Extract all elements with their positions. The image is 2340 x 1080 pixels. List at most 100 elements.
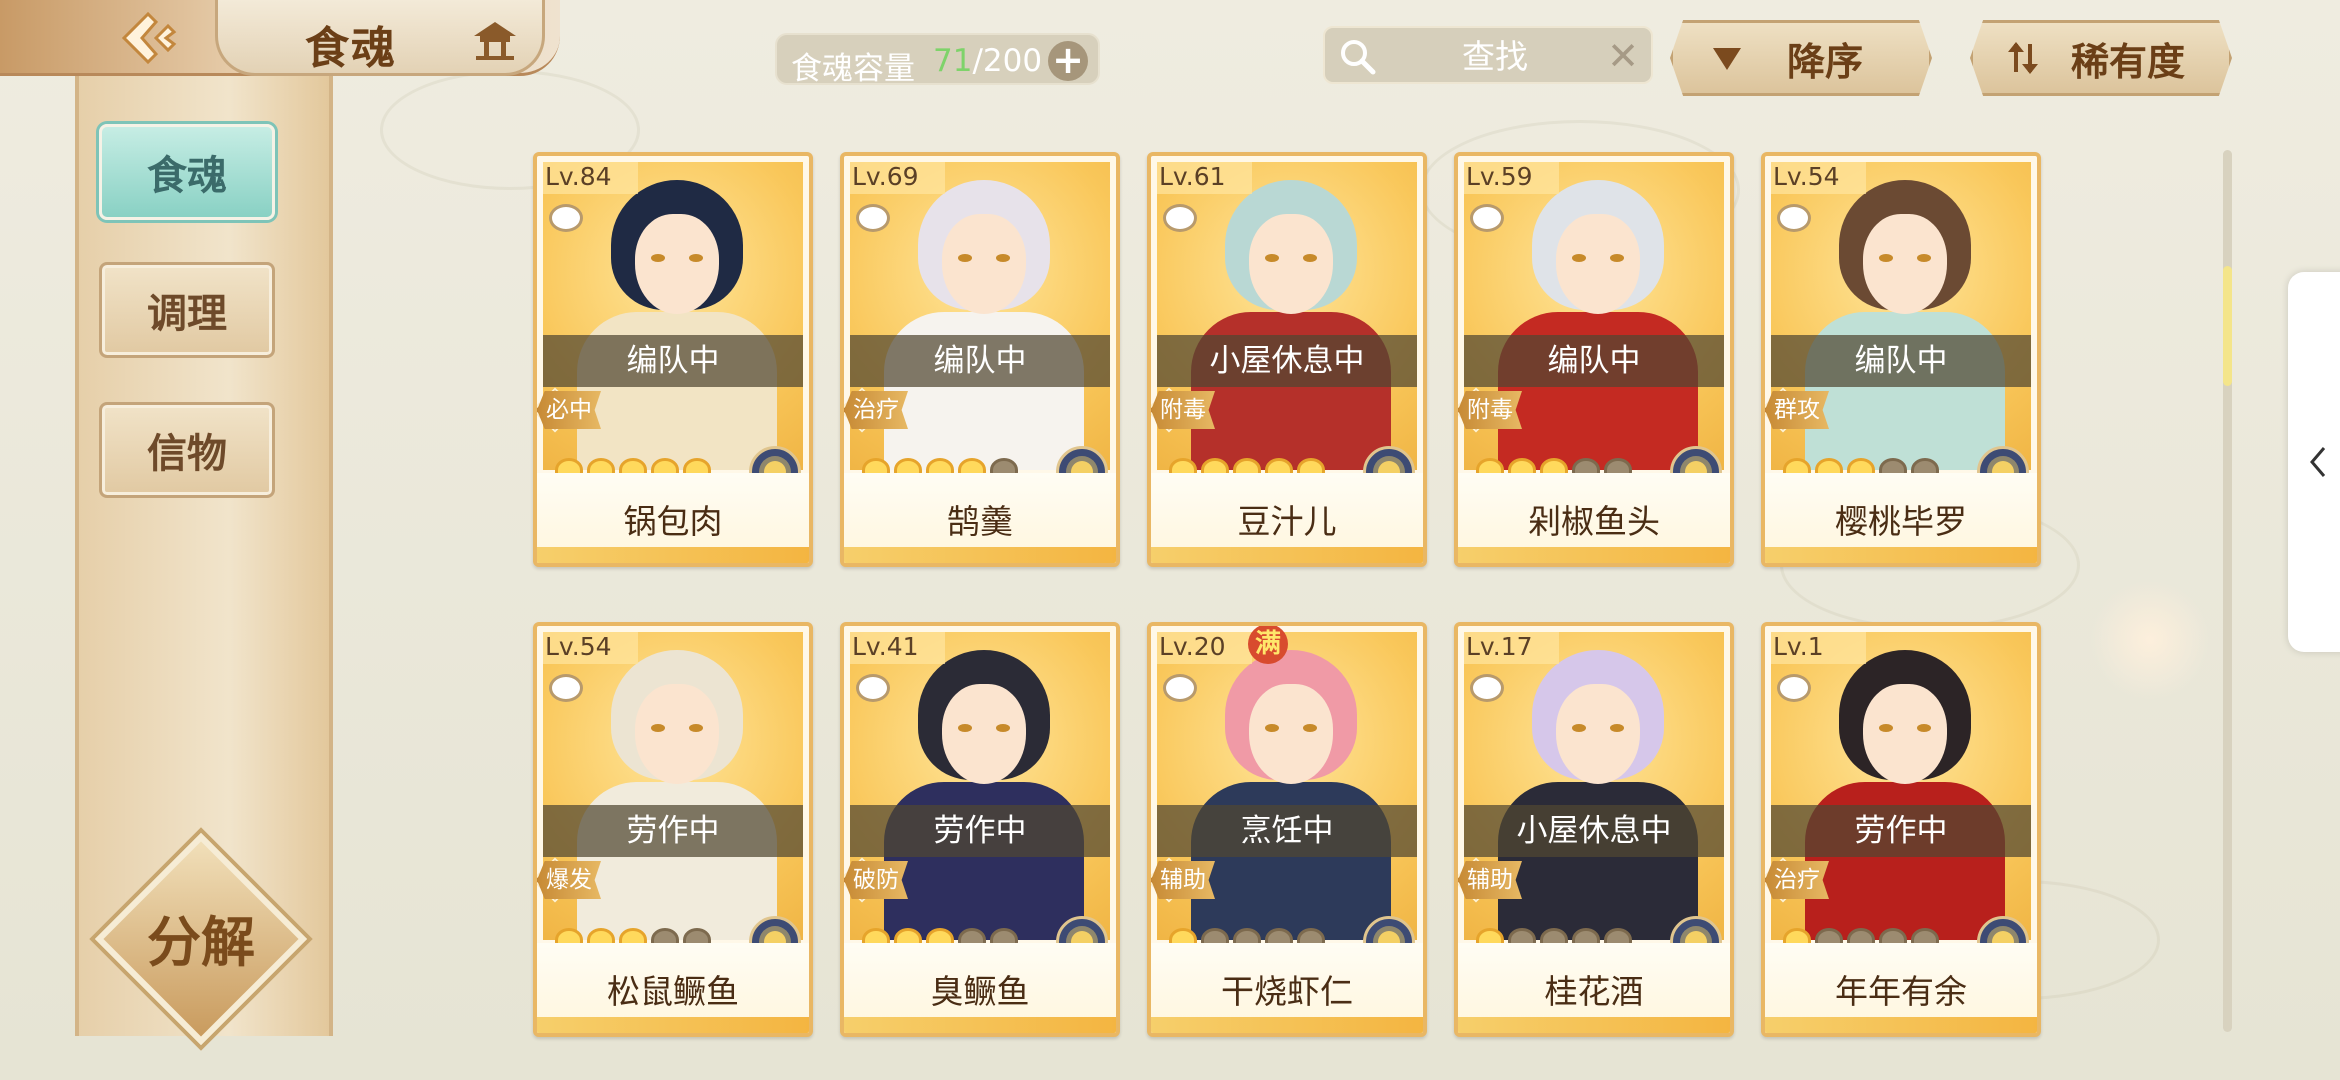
- role-label: 群攻: [1774, 397, 1820, 423]
- name-plate: 干烧虾仁: [1151, 943, 1423, 1033]
- search-box: ✕: [1323, 26, 1653, 84]
- lock-icon[interactable]: [1470, 674, 1504, 702]
- name-plate: 臭鳜鱼: [844, 943, 1116, 1033]
- character-eye: [689, 254, 703, 262]
- character-face: [942, 684, 1026, 784]
- side-panel-handle[interactable]: [2288, 272, 2340, 652]
- character-name: 干烧虾仁: [1221, 972, 1353, 1011]
- back-arrow-icon: [121, 11, 177, 65]
- character-name: 锅包肉: [623, 502, 723, 541]
- status-banner: 劳作中: [850, 805, 1110, 857]
- name-plate: 年年有余: [1765, 943, 2037, 1033]
- sort-rarity-button[interactable]: 稀有度: [1970, 20, 2232, 96]
- character-eye: [651, 254, 665, 262]
- character-card[interactable]: Lv.1 劳作中治疗年年有余: [1761, 622, 2041, 1037]
- role-badge: 附毒: [1458, 391, 1522, 429]
- character-eye: [1917, 254, 1931, 262]
- character-eye: [996, 254, 1010, 262]
- capacity-display: 食魂容量 71/200 +: [775, 33, 1100, 87]
- level-label: Lv.41: [852, 632, 919, 661]
- character-card[interactable]: Lv.69 编队中 治疗 鹄羹: [840, 152, 1120, 567]
- level-label: Lv.61: [1159, 162, 1226, 191]
- character-face: [635, 684, 719, 784]
- lock-icon[interactable]: [856, 204, 890, 232]
- role-badge: 破防: [844, 861, 908, 899]
- role-badge: 爆发: [537, 861, 601, 899]
- character-eye: [1303, 724, 1317, 732]
- character-card[interactable]: Lv.59 编队中 附毒 剁椒鱼头: [1454, 152, 1734, 567]
- tab-conditioning[interactable]: 调理: [99, 262, 275, 358]
- name-bar: [537, 1017, 809, 1033]
- character-card[interactable]: Lv.84 编队中 必中 锅包肉: [533, 152, 813, 567]
- name-plate: 桂花酒: [1458, 943, 1730, 1033]
- character-eye: [958, 724, 972, 732]
- name-bar: [1765, 547, 2037, 563]
- character-eye: [1879, 724, 1893, 732]
- lock-icon[interactable]: [549, 204, 583, 232]
- tab-tokens[interactable]: 信物: [99, 402, 275, 498]
- status-banner: 劳作中: [1771, 805, 2031, 857]
- lock-icon[interactable]: [1163, 204, 1197, 232]
- capacity-count: 71/200: [933, 43, 1042, 79]
- max-badge: 满: [1248, 626, 1288, 664]
- lock-icon[interactable]: [1777, 674, 1811, 702]
- role-label: 爆发: [546, 867, 592, 893]
- character-eye: [1610, 254, 1624, 262]
- role-label: 破防: [853, 867, 899, 893]
- character-eye: [1572, 724, 1586, 732]
- capacity-total: /200: [972, 43, 1043, 79]
- role-badge: 辅助: [1458, 861, 1522, 899]
- character-name: 臭鳜鱼: [930, 972, 1030, 1011]
- character-name: 鹄羹: [947, 502, 1013, 541]
- character-card[interactable]: Lv.54 编队中 群攻 樱桃毕罗: [1761, 152, 2041, 567]
- character-card[interactable]: Lv.54 劳作中 爆发 松鼠鳜鱼: [533, 622, 813, 1037]
- name-bar: [1151, 547, 1423, 563]
- name-plate: 松鼠鳜鱼: [537, 943, 809, 1033]
- role-label: 附毒: [1467, 397, 1513, 423]
- character-face: [1249, 684, 1333, 784]
- character-card[interactable]: Lv.17 小屋休息中 辅助 桂花酒: [1454, 622, 1734, 1037]
- role-label: 治疗: [1774, 867, 1820, 893]
- role-badge: 必中: [537, 391, 601, 429]
- tab-food-soul[interactable]: 食魂: [99, 124, 275, 220]
- character-eye: [996, 724, 1010, 732]
- role-badge: 辅助: [1151, 861, 1215, 899]
- pavilion-icon[interactable]: [470, 18, 520, 62]
- character-name: 松鼠鳜鱼: [607, 972, 739, 1011]
- character-card[interactable]: Lv.41 劳作中破防臭鳜鱼: [840, 622, 1120, 1037]
- character-eye: [1303, 254, 1317, 262]
- scrollbar-thumb[interactable]: [2223, 266, 2232, 386]
- name-bar: [1458, 547, 1730, 563]
- name-plate: 樱桃毕罗: [1765, 473, 2037, 563]
- level-label: Lv.1: [1773, 632, 1824, 661]
- lock-icon[interactable]: [1470, 204, 1504, 232]
- lock-icon[interactable]: [856, 674, 890, 702]
- sort-order-label: 降序: [1787, 39, 1864, 84]
- name-bar: [1458, 1017, 1730, 1033]
- character-card[interactable]: Lv.20 满烹饪中 辅助 干烧虾仁: [1147, 622, 1427, 1037]
- level-label: Lv.17: [1466, 632, 1533, 661]
- search-input[interactable]: [1405, 34, 1585, 78]
- sort-order-button[interactable]: 降序: [1670, 20, 1932, 96]
- lock-icon[interactable]: [549, 674, 583, 702]
- character-eye: [1265, 254, 1279, 262]
- character-face: [942, 214, 1026, 314]
- status-banner: 编队中: [543, 335, 803, 387]
- lock-icon[interactable]: [1777, 204, 1811, 232]
- character-name: 桂花酒: [1544, 972, 1644, 1011]
- character-card[interactable]: Lv.61 小屋休息中 附毒 豆汁儿: [1147, 152, 1427, 567]
- tab-label: 食魂: [147, 153, 227, 199]
- status-banner: 编队中: [1771, 335, 2031, 387]
- level-label: Lv.54: [545, 632, 612, 661]
- name-bar: [537, 547, 809, 563]
- character-face: [1556, 684, 1640, 784]
- capacity-add-button[interactable]: +: [1048, 41, 1088, 81]
- character-face: [635, 214, 719, 314]
- role-label: 必中: [546, 397, 592, 423]
- back-button[interactable]: [110, 6, 190, 70]
- lock-icon[interactable]: [1163, 674, 1197, 702]
- name-plate: 剁椒鱼头: [1458, 473, 1730, 563]
- close-icon[interactable]: ✕: [1607, 36, 1639, 76]
- name-plate: 豆汁儿: [1151, 473, 1423, 563]
- role-label: 治疗: [853, 397, 899, 423]
